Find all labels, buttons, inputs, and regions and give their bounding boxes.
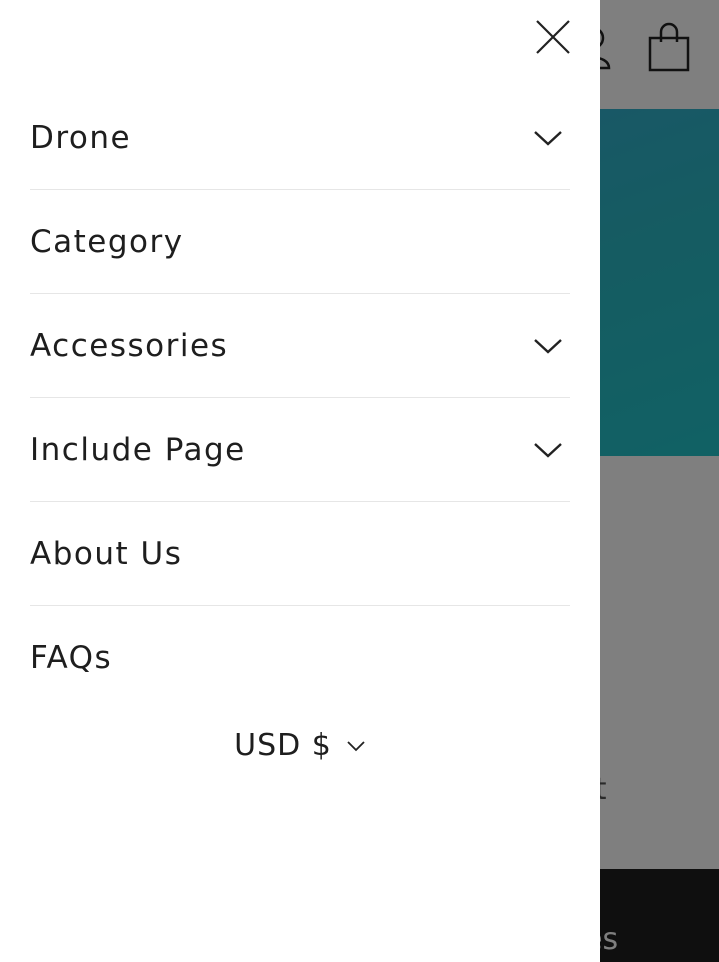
mobile-menu-drawer: Drone Category Accessories Include Page …	[0, 0, 600, 962]
close-icon[interactable]	[532, 16, 574, 58]
currency-selector[interactable]: USD $	[0, 728, 600, 763]
chevron-down-icon[interactable]	[532, 128, 564, 148]
menu-item-category[interactable]: Category	[30, 190, 570, 294]
menu-item-label: Accessories	[30, 327, 229, 364]
menu-item-about-us[interactable]: About Us	[30, 502, 570, 606]
menu-item-label: Include Page	[30, 431, 246, 468]
menu-item-label: About Us	[30, 535, 183, 572]
chevron-down-icon[interactable]	[532, 336, 564, 356]
menu-item-label: Category	[30, 223, 184, 260]
chevron-down-icon[interactable]	[532, 440, 564, 460]
menu-item-faqs[interactable]: FAQs	[30, 606, 570, 710]
menu-item-label: Drone	[30, 119, 132, 156]
menu-item-include-page[interactable]: Include Page	[30, 398, 570, 502]
menu-list: Drone Category Accessories Include Page …	[30, 86, 570, 710]
chevron-down-icon	[347, 740, 365, 751]
menu-item-accessories[interactable]: Accessories	[30, 294, 570, 398]
menu-item-drone[interactable]: Drone	[30, 86, 570, 190]
menu-item-label: FAQs	[30, 640, 113, 676]
currency-label: USD $	[234, 728, 332, 763]
